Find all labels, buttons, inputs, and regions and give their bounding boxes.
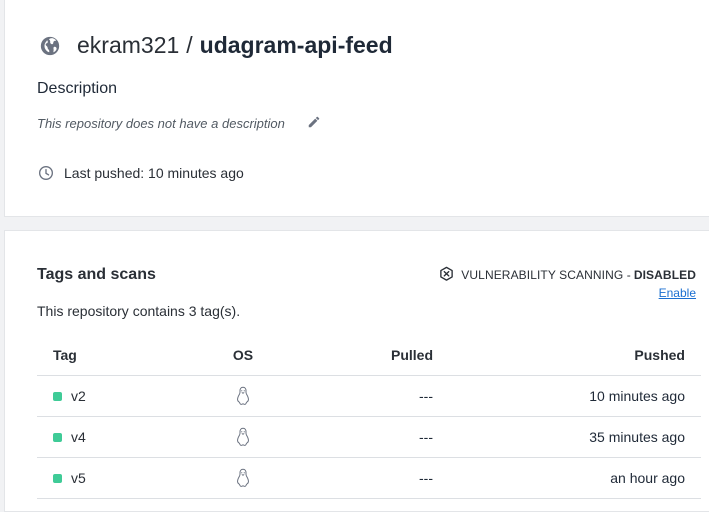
linux-icon: [237, 468, 249, 487]
tags-card: Tags and scans VULNERABILITY SCANNING - …: [4, 230, 709, 512]
repository-title: ekram321 / udagram-api-feed: [39, 32, 393, 59]
description-text: This repository does not have a descript…: [37, 116, 285, 131]
table-header-row: Tag OS Pulled Pushed: [37, 334, 701, 376]
column-header-tag[interactable]: Tag: [37, 334, 173, 376]
tag-status-dot: [53, 473, 62, 483]
repository-owner[interactable]: ekram321: [77, 32, 179, 59]
column-header-pushed[interactable]: Pushed: [433, 334, 701, 376]
repository-separator: /: [186, 32, 193, 58]
globe-icon: [40, 36, 60, 55]
pencil-icon[interactable]: [307, 115, 321, 129]
column-header-pulled[interactable]: Pulled: [313, 334, 433, 376]
pulled-cell: ---: [313, 375, 433, 417]
pushed-cell: an hour ago: [433, 457, 701, 499]
linux-icon: [237, 386, 249, 405]
clock-icon: [39, 166, 53, 180]
pushed-cell: 35 minutes ago: [433, 416, 701, 458]
linux-icon: [237, 427, 249, 446]
pulled-cell: ---: [313, 457, 433, 499]
pulled-cell: ---: [313, 416, 433, 458]
repository-name: udagram-api-feed: [199, 32, 393, 58]
os-cell: [173, 457, 313, 499]
os-cell: [173, 416, 313, 458]
tags-count-text: This repository contains 3 tag(s).: [37, 303, 241, 319]
tag-status-dot: [53, 391, 62, 401]
tags-table: Tag OS Pulled Pushed v2 --- 10 minutes a…: [37, 334, 701, 499]
table-row[interactable]: v5 --- an hour ago: [37, 457, 701, 499]
tag-name[interactable]: v2: [71, 388, 86, 404]
column-header-os[interactable]: OS: [173, 334, 313, 376]
pushed-cell: 10 minutes ago: [433, 375, 701, 417]
tags-section-title: Tags and scans: [37, 266, 156, 283]
enable-scanning-link[interactable]: Enable: [659, 286, 696, 300]
tag-cell: v4: [37, 416, 173, 458]
shield-x-icon: [440, 266, 454, 281]
table-row[interactable]: v2 --- 10 minutes ago: [37, 375, 701, 417]
tag-name[interactable]: v4: [71, 429, 86, 445]
table-row[interactable]: v4 --- 35 minutes ago: [37, 416, 701, 458]
last-pushed-text: Last pushed: 10 minutes ago: [64, 165, 244, 181]
description-label: Description: [37, 80, 118, 97]
tag-name[interactable]: v5: [71, 470, 86, 486]
repository-header-card: ekram321 / udagram-api-feed Description …: [4, 0, 709, 217]
vulnerability-scanning-status: VULNERABILITY SCANNING - DISABLED: [439, 266, 696, 283]
os-cell: [173, 375, 313, 417]
vulnerability-status: DISABLED: [633, 267, 696, 282]
tag-cell: v2: [37, 375, 173, 417]
vulnerability-label: VULNERABILITY SCANNING -: [461, 267, 631, 282]
last-pushed: Last pushed: 10 minutes ago: [38, 165, 244, 181]
tag-status-dot: [53, 432, 62, 442]
tag-cell: v5: [37, 457, 173, 499]
